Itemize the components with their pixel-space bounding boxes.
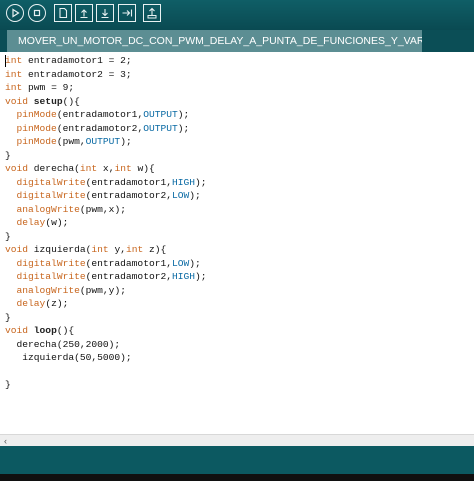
code-line: }	[5, 379, 11, 390]
code-line: void loop(){	[5, 325, 75, 336]
code-line: int entradamotor2 = 3;	[5, 68, 132, 80]
open-button[interactable]	[75, 4, 93, 22]
code-line: }	[5, 230, 11, 242]
upload-button[interactable]	[118, 4, 136, 22]
code-line: int pwm = 9;	[5, 82, 75, 93]
code-line: digitalWrite(entradamotor2,LOW);	[16, 190, 201, 201]
code-line: delay(w);	[16, 217, 69, 228]
code-line: analogWrite(pwm,x);	[16, 203, 126, 215]
code-line: digitalWrite(entradamotor1,HIGH);	[16, 176, 207, 188]
tab-bar: MOVER_UN_MOTOR_DC_CON_PWM_DELAY_A_PUNTA_…	[0, 30, 474, 52]
upload-arrow-icon	[122, 9, 133, 17]
code-line: void derecha(int x,int w){	[5, 163, 155, 174]
code-line: }	[5, 149, 11, 161]
code-line: digitalWrite(entradamotor2,HIGH);	[16, 271, 207, 282]
bottom-strip	[0, 474, 474, 481]
code-line: digitalWrite(entradamotor1,LOW);	[16, 257, 201, 269]
status-bar	[0, 446, 474, 474]
code-line: delay(z);	[16, 298, 69, 309]
tab-sketch[interactable]: MOVER_UN_MOTOR_DC_CON_PWM_DELAY_A_PUNTA_…	[7, 30, 422, 52]
code-line: derecha(250,2000);	[16, 338, 121, 350]
save-download-icon	[101, 9, 109, 19]
stop-icon	[33, 9, 41, 17]
code-line: void izquierda(int y,int z){	[5, 244, 167, 255]
code-line: }	[5, 311, 11, 323]
toolbar	[0, 0, 474, 30]
verify-button[interactable]	[6, 4, 24, 22]
new-file-icon	[59, 7, 68, 19]
code-line: int entradamotor1 = 2;	[5, 55, 132, 66]
code-line: izquierda(50,5000);	[22, 352, 132, 363]
open-upload-icon	[80, 9, 88, 19]
stop-button[interactable]	[28, 4, 46, 22]
serial-monitor-icon	[147, 7, 157, 19]
code-line: pinMode(pwm,OUTPUT);	[16, 136, 132, 147]
text-caret	[5, 55, 6, 67]
code-area[interactable]: int entradamotor1 = 2; int entradamotor2 …	[5, 54, 207, 392]
code-line: analogWrite(pwm,y);	[16, 284, 126, 296]
code-line: pinMode(entradamotor1,OUTPUT);	[16, 109, 190, 120]
code-editor[interactable]: int entradamotor1 = 2; int entradamotor2 …	[0, 52, 474, 434]
new-button[interactable]	[54, 4, 72, 22]
code-line: pinMode(entradamotor2,OUTPUT);	[16, 122, 190, 134]
save-button[interactable]	[96, 4, 114, 22]
code-line: void setup(){	[5, 95, 80, 107]
serial-monitor-button[interactable]	[143, 4, 161, 22]
play-icon	[12, 8, 20, 18]
